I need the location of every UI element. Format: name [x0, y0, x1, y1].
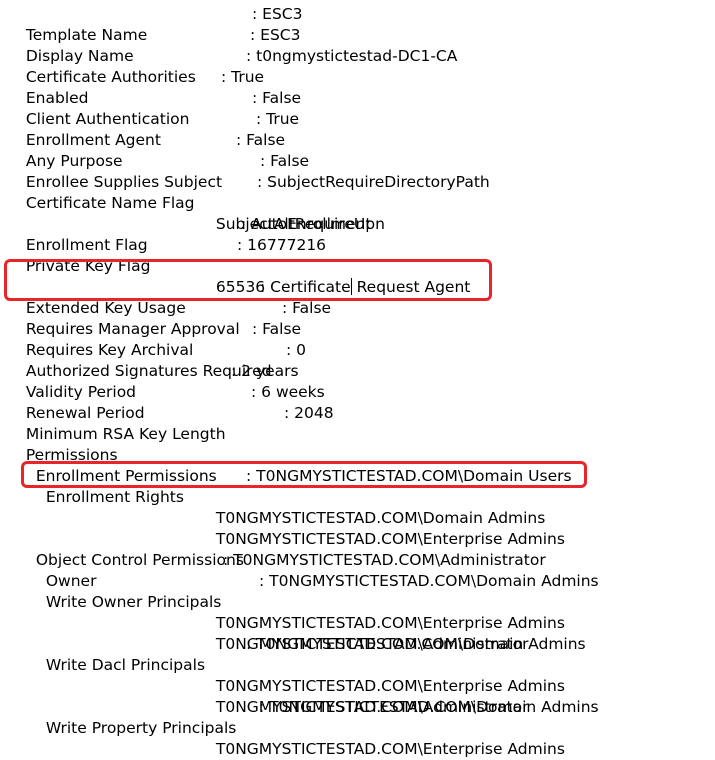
- row-value: : 2 years: [231, 362, 299, 380]
- row-label: Certificate Name Flag: [25, 194, 195, 212]
- row-label: Write Owner Principals: [45, 593, 222, 611]
- highlight-box-extended-key-usage: [4, 259, 492, 301]
- row-enrollment-agent: Enrollment Agent : True: [16, 109, 299, 149]
- row-any-purpose: Any Purpose : False: [16, 130, 285, 170]
- row-value: : False: [236, 131, 286, 149]
- row-value: : SubjectRequireDirectoryPath: [257, 173, 490, 191]
- row-label: Write Dacl Principals: [45, 656, 206, 674]
- section-permissions: Permissions: [16, 424, 118, 464]
- row-renewal-period: Renewal Period : 6 weeks: [16, 382, 325, 422]
- row-continuation: T0NGMYSTICTESTAD.COM\Enterprise Admins: [206, 718, 565, 758]
- row-authorized-signatures-required: Authorized Signatures Required : 0: [16, 340, 306, 380]
- row-value: : 16777216: [237, 236, 327, 254]
- row-owner: Owner : T0NGMYSTICTESTAD.COM\Administrat…: [36, 550, 546, 590]
- row-continuation: T0NGMYSTICTESTAD.COM\Enterprise Admins: [206, 655, 565, 695]
- row-minimum-rsa-key-length: Minimum RSA Key Length : 2048: [16, 403, 334, 443]
- row-value: : False: [282, 299, 332, 317]
- row-enabled: Enabled : True: [16, 67, 264, 107]
- row-value: : T0NGMYSTICTESTAD.COM\Domain Admins: [259, 698, 599, 716]
- row-display-name: Display Name : ESC3: [16, 25, 301, 65]
- row-continuation: T0NGMYSTICTESTAD.COM\Domain Admins: [206, 487, 545, 527]
- row-continuation: T0NGMYSTICTESTAD.COM\Administrator: [206, 676, 529, 716]
- row-write-owner-principals: Write Owner Principals : T0NGMYSTICTESTA…: [36, 571, 599, 611]
- row-value: T0NGMYSTICTESTAD.COM\Enterprise Admins: [215, 530, 565, 548]
- row-requires-manager-approval: Requires Manager Approval : False: [16, 298, 331, 338]
- row-certificate-authorities: Certificate Authorities : t0ngmystictest…: [16, 46, 457, 86]
- row-certificate-name-flag: Certificate Name Flag : SubjectRequireDi…: [16, 172, 490, 212]
- row-value: : T0NGMYSTICTESTAD.COM\Administrator: [223, 551, 546, 569]
- section-object-control-permissions: Object Control Permissions: [26, 529, 244, 569]
- row-value: : False: [252, 89, 302, 107]
- row-template-name: Template Name : ESC3: [16, 4, 303, 44]
- row-value: : True: [221, 68, 265, 86]
- row-value: T0NGMYSTICTESTAD.COM\Enterprise Admins: [215, 740, 565, 758]
- row-value: : 0: [286, 341, 307, 359]
- row-value: : ESC3: [250, 26, 301, 44]
- row-continuation: T0NGMYSTICTESTAD.COM\Administrator: [206, 613, 529, 653]
- row-value: : False: [252, 320, 302, 338]
- row-validity-period: Validity Period : 2 years: [16, 361, 299, 401]
- row-client-authentication: Client Authentication : False: [16, 88, 301, 128]
- row-value: : True: [256, 110, 300, 128]
- row-value: : ESC3: [252, 5, 303, 23]
- row-enrollment-flag: Enrollment Flag : AutoEnrollment: [16, 214, 372, 254]
- row-requires-key-archival: Requires Key Archival : False: [16, 319, 301, 359]
- row-value: : T0NGMYSTICTESTAD.COM\Domain Admins: [246, 635, 586, 653]
- row-continuation: T0NGMYSTICTESTAD.COM\Enterprise Admins: [206, 508, 565, 548]
- row-value: : T0NGMYSTICTESTAD.COM\Domain Admins: [259, 572, 599, 590]
- row-write-dacl-principals: Write Dacl Principals : T0NGMYSTICTESTAD…: [36, 634, 586, 674]
- highlight-box-enrollment-rights: [21, 461, 587, 488]
- row-value: : 2048: [284, 404, 334, 422]
- row-value: : 6 weeks: [251, 383, 325, 401]
- row-value: : AutoEnrollment: [241, 215, 372, 233]
- row-value: : t0ngmystictestad-DC1-CA: [246, 47, 458, 65]
- row-private-key-flag: Private Key Flag : 16777216: [16, 235, 326, 275]
- row-write-property-principals: Write Property Principals : T0NGMYSTICTE…: [36, 697, 599, 737]
- row-label: Enrollment Rights: [45, 488, 184, 506]
- row-continuation: SubjectAltRequireUpn: [206, 193, 385, 233]
- row-continuation: T0NGMYSTICTESTAD.COM\Enterprise Admins: [206, 592, 565, 632]
- row-value: : False: [260, 152, 310, 170]
- console-output: { "rows": [ {"label": "Template Name", "…: [0, 0, 715, 758]
- row-enrollee-supplies-subject: Enrollee Supplies Subject : False: [16, 151, 309, 191]
